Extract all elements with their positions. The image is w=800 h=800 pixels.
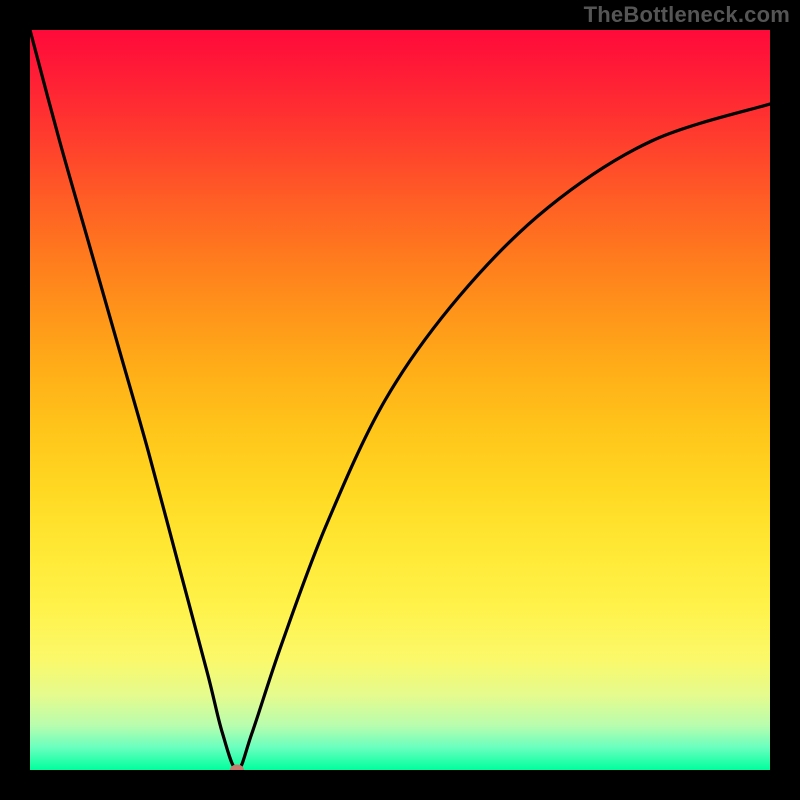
plot-area xyxy=(30,30,770,770)
chart-frame: TheBottleneck.com xyxy=(0,0,800,800)
minimum-marker xyxy=(230,765,244,771)
bottleneck-curve xyxy=(30,30,770,770)
watermark-text: TheBottleneck.com xyxy=(584,2,790,28)
